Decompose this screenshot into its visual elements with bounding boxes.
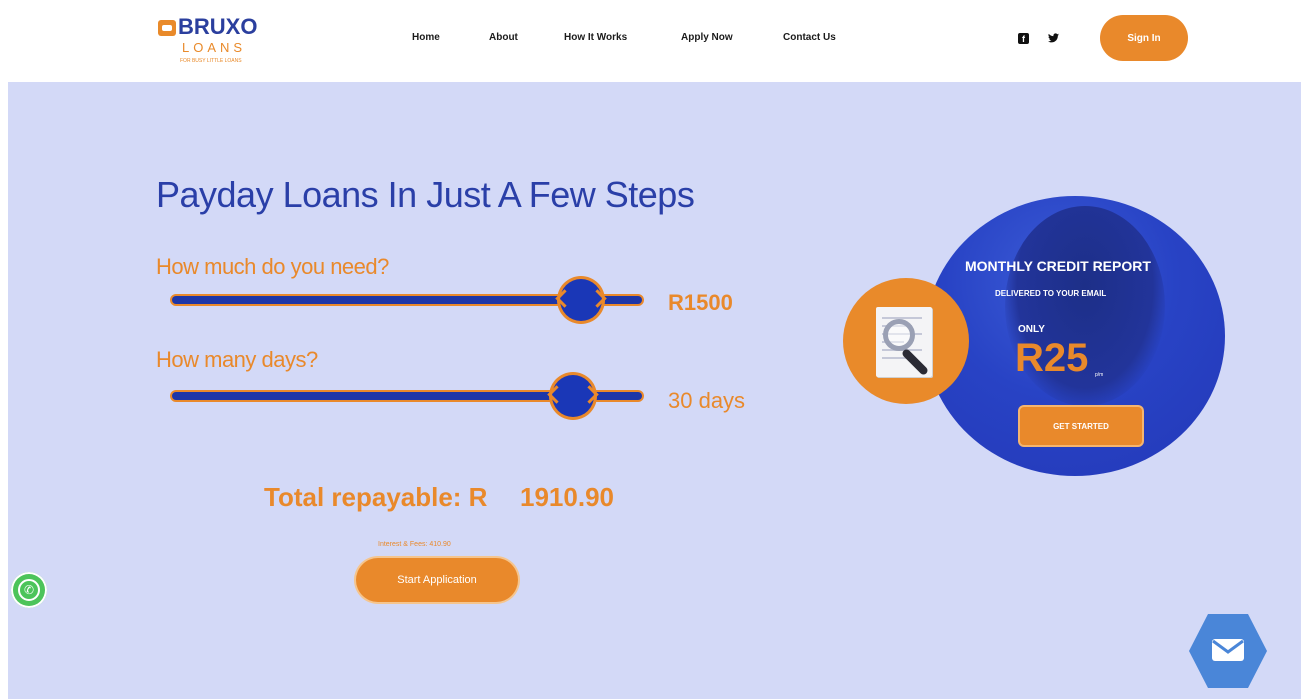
days-slider-handle[interactable] (551, 375, 594, 417)
amount-question: How much do you need? (156, 254, 389, 279)
logo-tagline: FOR BUSY LITTLE LOANS (180, 58, 242, 64)
get-started-button[interactable]: GET STARTED (1020, 407, 1142, 445)
nav-home[interactable]: Home (412, 32, 440, 43)
days-question: How many days? (156, 347, 318, 372)
interest-fees-text: Interest & Fees: 410.90 (378, 541, 451, 548)
promo-subtitle: DELIVERED TO YOUR EMAIL (995, 289, 1107, 298)
mail-chat-icon[interactable] (1188, 612, 1268, 690)
nav-apply-now[interactable]: Apply Now (681, 32, 733, 43)
days-value: 30 days (668, 388, 746, 413)
logo-name-bottom: LOANS (182, 40, 247, 55)
amount-value: R1500 (668, 290, 733, 315)
site-header: BRUXO LOANS FOR BUSY LITTLE LOANS Home A… (0, 0, 1308, 82)
total-repayable-label: Total repayable: R (264, 482, 488, 512)
nav-how-it-works[interactable]: How It Works (564, 32, 627, 43)
logo-name-top: BRUXO (178, 14, 258, 39)
total-repayable-amount: 1910.90 (520, 482, 614, 512)
promo-price-unit: p/m (1095, 372, 1104, 378)
promo-price: R25 (1015, 336, 1089, 380)
page-title: Payday Loans In Just A Few Steps (156, 174, 695, 215)
sign-in-button[interactable]: Sign In (1100, 15, 1188, 61)
promo-only-label: ONLY (1018, 324, 1045, 335)
nav-about[interactable]: About (489, 32, 518, 43)
promo-title: MONTHLY CREDIT REPORT (965, 258, 1151, 274)
credit-report-promo: MONTHLY CREDIT REPORT DELIVERED TO YOUR … (925, 196, 1225, 476)
start-application-button[interactable]: Start Application (356, 558, 518, 602)
facebook-icon[interactable]: f (1018, 33, 1029, 45)
twitter-icon[interactable] (1048, 33, 1059, 46)
magnifier-icon (883, 319, 915, 351)
nav-contact-us[interactable]: Contact Us (783, 32, 836, 43)
logo-mark-icon (158, 20, 176, 36)
brand-logo[interactable]: BRUXO LOANS FOR BUSY LITTLE LOANS (158, 14, 278, 72)
amount-slider-handle[interactable] (559, 279, 602, 321)
whatsapp-icon[interactable]: ✆ (11, 572, 47, 608)
